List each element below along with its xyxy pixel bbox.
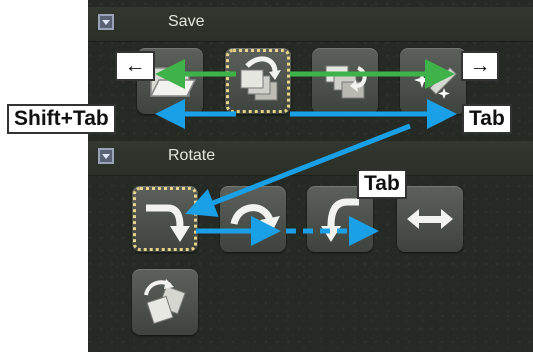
rotate-arc-icon xyxy=(230,204,280,232)
save-section-title: Save xyxy=(168,13,205,30)
rotate-pages-icon xyxy=(144,279,186,325)
sparkle-icon xyxy=(414,67,457,99)
save-restore-icon xyxy=(325,65,367,99)
save-section-header[interactable]: Save xyxy=(88,7,533,42)
right-arrow-label: → xyxy=(461,51,499,81)
rotate-section-title: Rotate xyxy=(168,147,216,164)
tab-label-rotate: Tab xyxy=(357,169,407,199)
rotate-cw-icon xyxy=(146,204,190,242)
sparkle-button[interactable] xyxy=(400,48,466,114)
rotate-section-header[interactable]: Rotate xyxy=(88,141,533,176)
flip-horizontal-icon xyxy=(407,209,453,229)
save-stack-icon xyxy=(240,56,281,101)
rotate-cw-button[interactable] xyxy=(132,186,198,252)
flip-horizontal-button[interactable] xyxy=(397,186,463,252)
collapse-toggle-icon[interactable] xyxy=(98,14,114,30)
left-arrow-label: ← xyxy=(115,51,155,81)
collapse-toggle-icon[interactable] xyxy=(98,148,114,164)
rotate-pages-button[interactable] xyxy=(132,269,198,335)
shift-tab-label: Shift+Tab xyxy=(7,104,116,134)
tab-label-right: Tab xyxy=(462,104,512,134)
rotate-arc-button[interactable] xyxy=(220,186,286,252)
save-stack-button[interactable] xyxy=(225,48,291,114)
save-restore-button[interactable] xyxy=(312,48,378,114)
